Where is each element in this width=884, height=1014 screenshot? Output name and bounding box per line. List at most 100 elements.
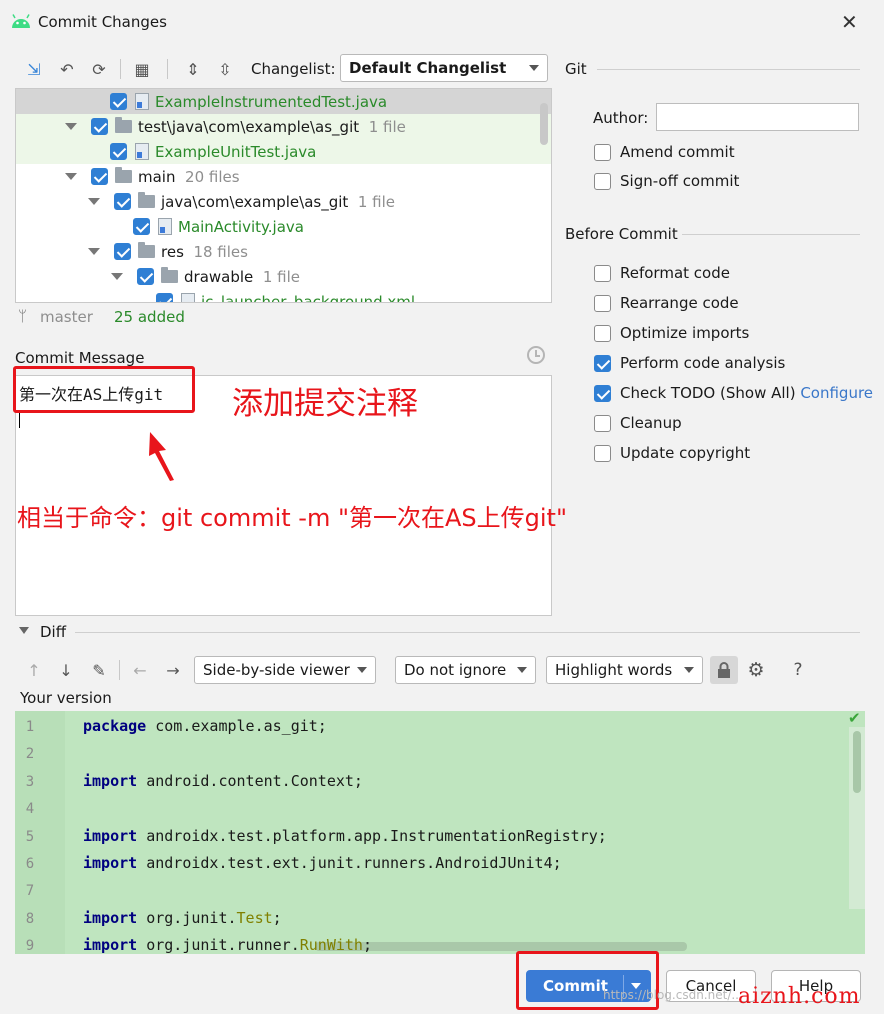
chevron-down-icon[interactable] (88, 198, 100, 205)
changes-tree[interactable]: ExampleInstrumentedTest.java test\java\c… (15, 88, 552, 303)
ignore-value: Do not ignore (404, 661, 507, 679)
update-copyright-option[interactable]: Update copyright (594, 444, 750, 462)
arrow-up-icon[interactable]: ↑ (22, 658, 46, 682)
tree-row[interactable]: ExampleInstrumentedTest.java (16, 89, 387, 114)
divider (597, 69, 860, 70)
folder-name: res (161, 242, 184, 261)
author-label: Author: (593, 109, 649, 127)
history-clock-icon[interactable] (527, 346, 545, 364)
tree-row[interactable]: java\com\example\as_git 1 file (16, 189, 395, 214)
diff-title[interactable]: Diff (40, 623, 66, 641)
checkbox[interactable] (594, 414, 611, 432)
tree-scrollbar[interactable] (540, 103, 548, 145)
branch-icon: ᛘ (18, 307, 28, 325)
checkbox[interactable] (594, 354, 611, 372)
checkbox[interactable] (594, 264, 611, 282)
file-name: MainActivity.java (178, 217, 304, 236)
code-kw: import (83, 826, 138, 845)
folder-icon (115, 117, 132, 133)
configure-link[interactable]: Configure (800, 384, 873, 402)
help-icon[interactable]: ? (786, 658, 810, 682)
checkbox[interactable] (594, 143, 611, 161)
before-commit-title: Before Commit (565, 225, 678, 243)
tree-row[interactable]: res 18 files (16, 239, 248, 264)
annotation-title: 添加提交注释 (232, 386, 418, 422)
folder-name: java\com\example\as_git (161, 192, 349, 211)
folder-icon (161, 267, 178, 283)
code-rest: androidx.test.platform.app.Instrumentati… (137, 826, 607, 845)
code-rest: org.junit. (137, 908, 237, 927)
checkbox[interactable] (594, 384, 611, 402)
chevron-down-icon[interactable] (65, 123, 77, 130)
chevron-down-icon (357, 667, 367, 673)
checkbox[interactable] (110, 143, 127, 160)
rearrange-code-option[interactable]: Rearrange code (594, 294, 739, 312)
refresh-icon[interactable]: ⟳ (87, 57, 111, 81)
signoff-commit-checkbox[interactable]: Sign-off commit (594, 172, 739, 190)
arrow-right-icon[interactable]: → (161, 658, 185, 682)
vertical-scrollbar[interactable] (849, 727, 865, 909)
tree-row[interactable]: MainActivity.java (16, 214, 304, 239)
changelist-dropdown[interactable]: Default Changelist (340, 54, 548, 82)
checkbox[interactable] (114, 193, 131, 210)
annotation-box (13, 366, 195, 413)
viewer-dropdown[interactable]: Side-by-side viewer (194, 656, 376, 684)
checkbox[interactable] (110, 93, 127, 110)
commit-message-label: Commit Message (15, 349, 145, 367)
tree-row[interactable]: main 20 files (16, 164, 240, 189)
close-icon[interactable]: ✕ (841, 10, 858, 34)
checkbox[interactable] (114, 243, 131, 260)
highlight-dropdown[interactable]: Highlight words (546, 656, 703, 684)
tree-row[interactable]: drawable 1 file (16, 264, 300, 289)
tree-row[interactable]: ic_launcher_background.xml (16, 289, 415, 302)
git-section-title: Git (565, 60, 587, 78)
edit-icon[interactable]: ✎ (87, 658, 111, 682)
code-end: ; (272, 908, 282, 927)
checkbox[interactable] (594, 294, 611, 312)
code-kw: package (83, 717, 147, 735)
arrow-down-icon[interactable]: ↓ (54, 658, 78, 682)
optimize-imports-option[interactable]: Optimize imports (594, 324, 749, 342)
tree-row[interactable]: ExampleUnitTest.java (16, 139, 316, 164)
code-kw: import (83, 771, 138, 790)
chevron-down-icon[interactable] (88, 248, 100, 255)
ignore-dropdown[interactable]: Do not ignore (395, 656, 536, 684)
expand-changes-icon[interactable]: ⇲ (22, 57, 46, 81)
lock-icon[interactable] (710, 656, 738, 684)
chevron-down-icon[interactable] (65, 173, 77, 180)
code-cls: RunWith (299, 936, 363, 955)
chevron-down-icon[interactable] (19, 627, 29, 634)
checkbox[interactable] (91, 168, 108, 185)
checkbox[interactable] (156, 293, 173, 302)
cleanup-option[interactable]: Cleanup (594, 414, 682, 432)
author-input[interactable] (656, 103, 859, 131)
code-line: import org.junit.Test; (83, 909, 282, 927)
line-number: 5 (25, 828, 35, 845)
file-name: ExampleUnitTest.java (155, 142, 317, 161)
reformat-code-option[interactable]: Reformat code (594, 264, 730, 282)
annotation-command: 相当于命令：git commit -m "第一次在AS上传git" (17, 504, 567, 532)
checkbox[interactable] (594, 324, 611, 342)
gear-icon[interactable]: ⚙ (744, 658, 768, 682)
tree-row[interactable]: test\java\com\example\as_git 1 file (16, 114, 406, 139)
line-number: 6 (25, 856, 35, 872)
checkbox[interactable] (137, 268, 154, 285)
checkbox[interactable] (594, 444, 611, 462)
perform-code-analysis-option[interactable]: Perform code analysis (594, 354, 785, 372)
chevron-down-icon[interactable] (111, 273, 123, 280)
collapse-all-icon[interactable]: ⇳ (213, 57, 237, 81)
checkbox[interactable] (594, 172, 611, 190)
expand-all-icon[interactable]: ⇕ (181, 57, 205, 81)
checkbox[interactable] (133, 218, 150, 235)
option-label: Optimize imports (620, 324, 750, 342)
check-todo-option[interactable]: Check TODO (Show All) Configure (594, 384, 873, 402)
rollback-icon[interactable]: ↶ (55, 57, 79, 81)
checkbox[interactable] (91, 118, 108, 135)
java-file-icon (135, 143, 149, 160)
group-by-icon[interactable]: ▦ (130, 57, 154, 81)
chevron-down-icon (529, 65, 539, 71)
line-number: 8 (25, 910, 35, 927)
arrow-left-icon[interactable]: ← (128, 658, 152, 682)
line-number: 9 (25, 938, 35, 955)
amend-commit-checkbox[interactable]: Amend commit (594, 143, 735, 161)
